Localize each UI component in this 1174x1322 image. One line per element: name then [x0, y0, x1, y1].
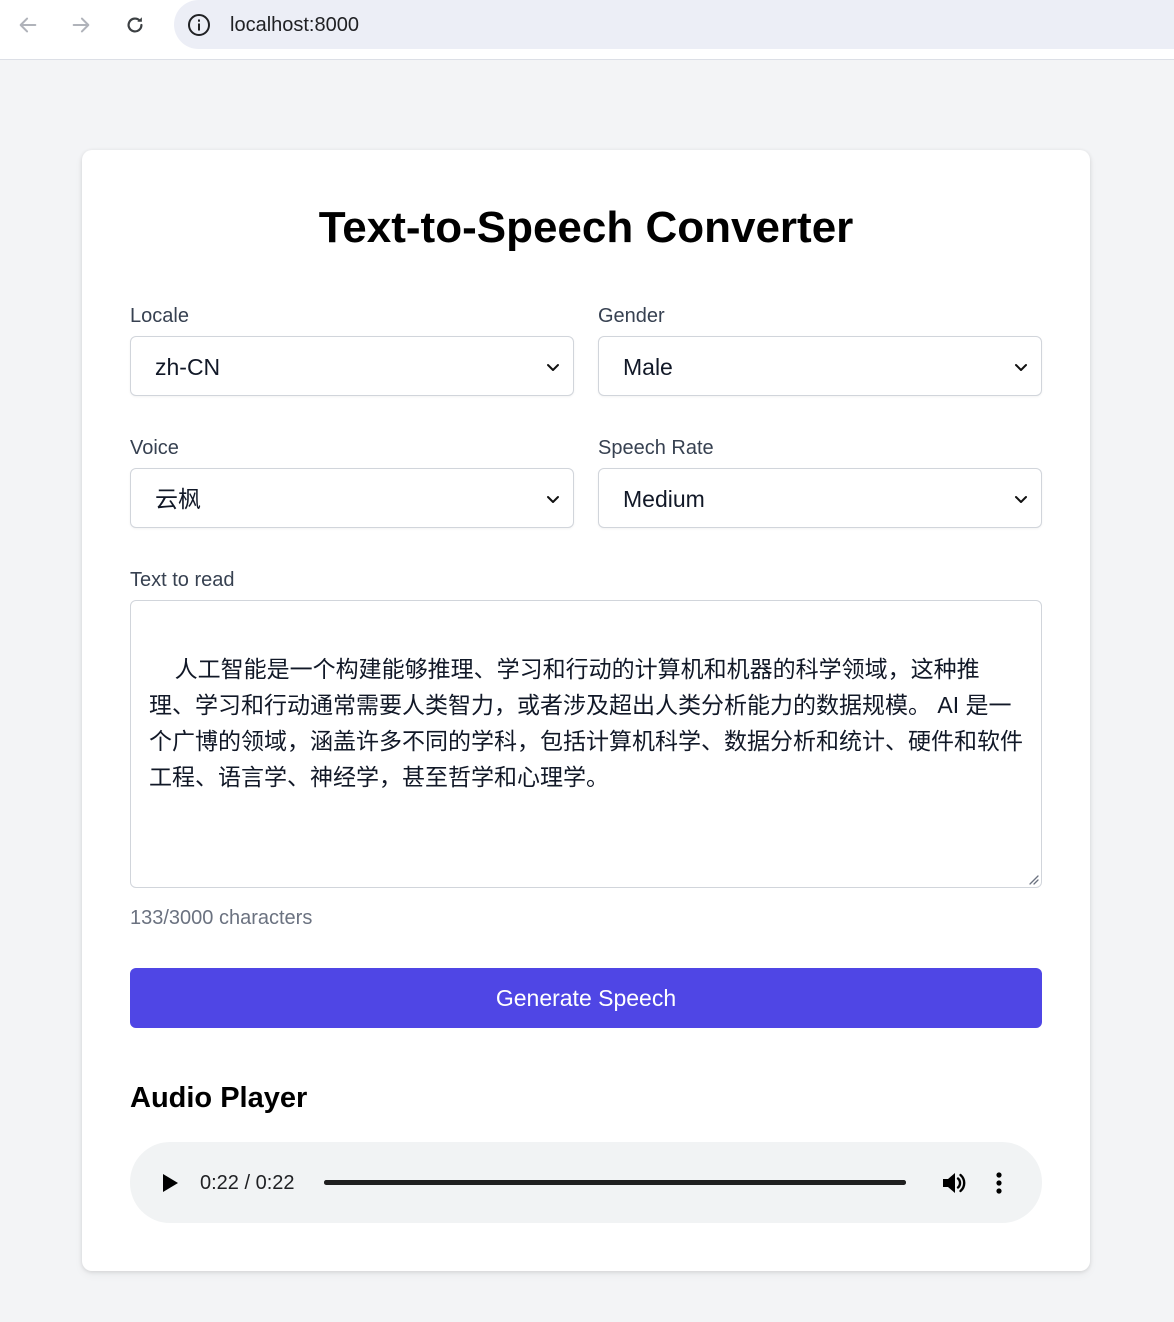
arrow-left-icon	[19, 17, 37, 33]
locale-select[interactable]: zh-CN	[130, 336, 574, 396]
tts-card: Text-to-Speech Converter Locale zh-CN Ge…	[82, 150, 1090, 1271]
locale-value: zh-CN	[155, 354, 221, 380]
progress-fill	[324, 1180, 906, 1185]
audio-player: 0:22 / 0:22	[130, 1142, 1042, 1223]
audio-player-title: Audio Player	[130, 1082, 308, 1114]
voice-select[interactable]: 云枫	[130, 468, 574, 528]
char-count: 133/3000 characters	[130, 907, 313, 929]
text-input[interactable]: 人工智能是一个构建能够推理、学习和行动的计算机和机器的科学领域，这种推理、学习和…	[130, 600, 1042, 888]
forward-button[interactable]	[61, 6, 101, 44]
speech-rate-select[interactable]: Medium	[598, 468, 1042, 528]
progress-bar[interactable]	[324, 1180, 906, 1185]
text-label: Text to read	[130, 569, 235, 591]
chevron-down-icon	[547, 496, 559, 503]
speech-rate-label: Speech Rate	[598, 437, 714, 459]
gender-value: Male	[623, 354, 673, 380]
voice-label: Voice	[130, 437, 179, 459]
gender-label: Gender	[598, 305, 665, 327]
speech-rate-value: Medium	[623, 486, 705, 512]
address-bar[interactable]: localhost:8000	[174, 0, 1174, 49]
generate-speech-label: Generate Speech	[495, 984, 677, 1011]
voice-value: 云枫	[155, 486, 201, 512]
reload-button[interactable]	[115, 6, 155, 44]
arrow-right-icon	[72, 17, 90, 33]
more-vertical-icon[interactable]	[994, 1170, 1004, 1196]
resize-handle-icon[interactable]	[1027, 873, 1039, 885]
playback-time: 0:22 / 0:22	[200, 1172, 295, 1194]
back-button[interactable]	[8, 6, 48, 44]
reload-icon	[127, 17, 143, 33]
info-icon[interactable]	[187, 13, 211, 37]
volume-icon[interactable]	[940, 1170, 966, 1196]
page-title: Text-to-Speech Converter	[318, 203, 854, 252]
gender-select[interactable]: Male	[598, 336, 1042, 396]
play-icon[interactable]	[160, 1172, 180, 1194]
url-text[interactable]: localhost:8000	[230, 13, 359, 37]
browser-toolbar: localhost:8000	[0, 0, 1174, 60]
locale-label: Locale	[130, 305, 189, 327]
chevron-down-icon	[1015, 496, 1027, 503]
text-input-value: 人工智能是一个构建能够推理、学习和行动的计算机和机器的科学领域，这种推理、学习和…	[149, 656, 1023, 790]
chevron-down-icon	[1015, 364, 1027, 371]
chevron-down-icon	[547, 364, 559, 371]
generate-speech-button[interactable]: Generate Speech	[130, 968, 1042, 1028]
